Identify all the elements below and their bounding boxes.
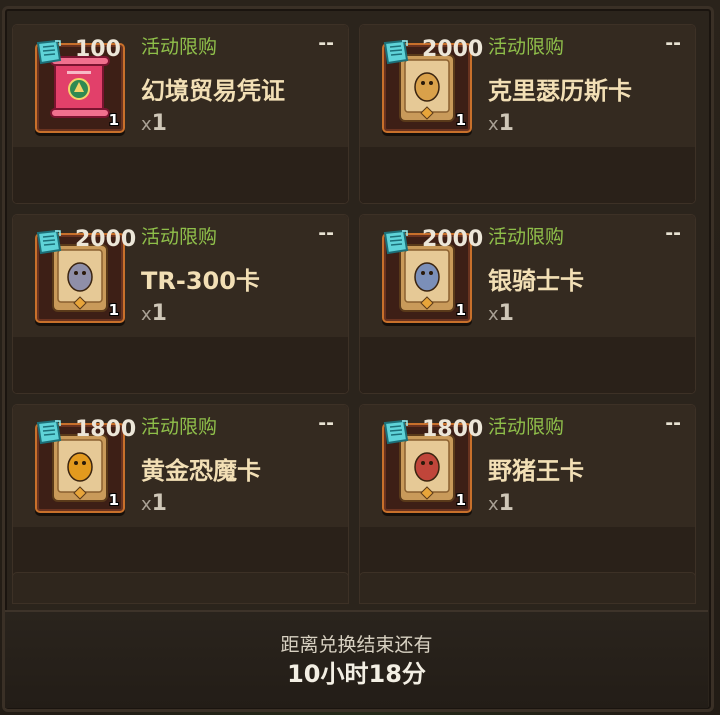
exchange-ends-label: 距离兑换结束还有 [280, 634, 433, 656]
purchase-limit: -- [665, 222, 681, 244]
ticket-currency-icon [382, 38, 410, 70]
limited-event-tag: 活动限购 [141, 416, 218, 438]
item-stack-count: 1 [108, 301, 119, 319]
item-quantity: x1 [488, 301, 514, 326]
quantity-value: 1 [498, 111, 514, 136]
shop-item-card-3[interactable]: 1 活动限购 -- TR-300卡 x1 2000 [12, 214, 349, 394]
item-stack-count: 1 [455, 491, 466, 509]
ticket-currency-icon [35, 38, 63, 70]
purchase-limit: -- [665, 32, 681, 54]
item-name: 银骑士卡 [488, 267, 584, 295]
ticket-currency-icon [35, 418, 63, 450]
limited-event-tag: 活动限购 [488, 416, 565, 438]
shop-item-card-5[interactable]: 1 活动限购 -- 黄金恐魔卡 x1 1800 [12, 404, 349, 584]
item-quantity: x1 [488, 111, 514, 136]
shop-item-grid[interactable]: 1 活动限购 -- 幻境贸易凭证 x1 100 1 活动限购 -- 克里瑟历斯卡… [12, 24, 696, 614]
shop-window: 1 活动限购 -- 幻境贸易凭证 x1 100 1 活动限购 -- 克里瑟历斯卡… [0, 0, 720, 715]
item-price: 1800 [75, 417, 137, 442]
shop-item-card-partial[interactable] [359, 572, 696, 604]
limited-event-tag: 活动限购 [141, 36, 218, 58]
purchase-limit: -- [318, 222, 334, 244]
shop-item-card-1[interactable]: 1 活动限购 -- 幻境贸易凭证 x1 100 [12, 24, 349, 204]
quantity-prefix: x [141, 304, 152, 325]
limited-event-tag: 活动限购 [488, 36, 565, 58]
item-price: 1800 [422, 417, 484, 442]
quantity-value: 1 [151, 111, 167, 136]
shop-item-card-2[interactable]: 1 活动限购 -- 克里瑟历斯卡 x1 2000 [359, 24, 696, 204]
item-price: 2000 [422, 37, 484, 62]
item-quantity: x1 [141, 111, 167, 136]
ticket-currency-icon [35, 228, 63, 260]
purchase-limit: -- [318, 412, 334, 434]
item-quantity: x1 [141, 301, 167, 326]
item-stack-count: 1 [108, 491, 119, 509]
item-stack-count: 1 [455, 301, 466, 319]
card-price-bar [360, 337, 695, 393]
item-name: TR-300卡 [141, 267, 260, 295]
quantity-value: 1 [151, 491, 167, 516]
item-name: 野猪王卡 [488, 457, 584, 485]
item-name: 黄金恐魔卡 [141, 457, 261, 485]
quantity-value: 1 [498, 301, 514, 326]
quantity-prefix: x [488, 304, 499, 325]
shop-item-card-4[interactable]: 1 活动限购 -- 银骑士卡 x1 2000 [359, 214, 696, 394]
exchange-timer-footer: 距离兑换结束还有 10小时18分 [5, 610, 708, 708]
item-price: 2000 [75, 227, 137, 252]
shop-item-card-partial[interactable] [12, 572, 349, 604]
item-name: 克里瑟历斯卡 [488, 77, 632, 105]
item-stack-count: 1 [455, 111, 466, 129]
limited-event-tag: 活动限购 [488, 226, 565, 248]
quantity-prefix: x [488, 494, 499, 515]
item-price: 100 [75, 37, 121, 62]
ticket-currency-icon [382, 228, 410, 260]
quantity-prefix: x [141, 114, 152, 135]
quantity-prefix: x [488, 114, 499, 135]
quantity-value: 1 [151, 301, 167, 326]
item-quantity: x1 [141, 491, 167, 516]
purchase-limit: -- [665, 412, 681, 434]
card-price-bar [360, 147, 695, 203]
item-price: 2000 [422, 227, 484, 252]
limited-event-tag: 活动限购 [141, 226, 218, 248]
quantity-value: 1 [498, 491, 514, 516]
card-price-bar [13, 337, 348, 393]
card-price-bar [13, 147, 348, 203]
ticket-currency-icon [382, 418, 410, 450]
purchase-limit: -- [318, 32, 334, 54]
item-name: 幻境贸易凭证 [141, 77, 285, 105]
quantity-prefix: x [141, 494, 152, 515]
item-stack-count: 1 [108, 111, 119, 129]
item-quantity: x1 [488, 491, 514, 516]
exchange-countdown: 10小时18分 [287, 660, 426, 688]
shop-item-card-6[interactable]: 1 活动限购 -- 野猪王卡 x1 1800 [359, 404, 696, 584]
